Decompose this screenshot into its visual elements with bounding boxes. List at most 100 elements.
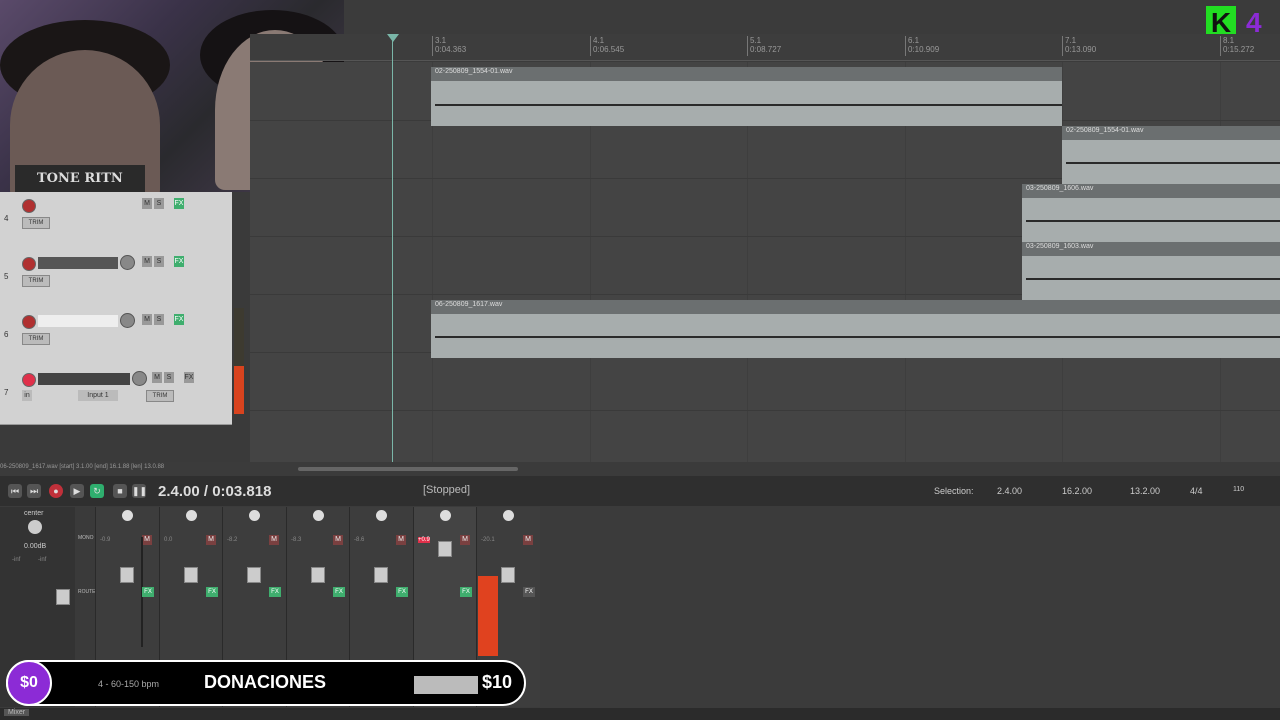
media-item[interactable]: 03-250809_1603.wav	[1022, 242, 1280, 300]
track-name-field[interactable]	[38, 373, 130, 385]
fx-button[interactable]: FX	[174, 198, 184, 209]
go-to-end-button[interactable]: ⏭	[27, 484, 41, 498]
track-control-panel: 4 M S FX TRIM 5 M S FX TRIM 6 M S FX TRI…	[0, 192, 250, 462]
transport-bar: ⏮ ⏭ ● ▶ ↻ ■ ❚❚ 2.4.00 / 0:03.818 [Stoppe…	[0, 476, 1280, 506]
volume-fader[interactable]	[501, 567, 515, 583]
master-fader[interactable]	[56, 589, 70, 605]
mono-button[interactable]: MONO	[78, 535, 94, 541]
media-item[interactable]: 02-250809_1554-01.wav	[431, 67, 1062, 126]
fx-button[interactable]: FX	[460, 587, 472, 597]
ruler-mark: 6.1 0:10.909	[905, 36, 939, 56]
fx-button[interactable]: FX	[269, 587, 281, 597]
track-name-field[interactable]	[38, 315, 118, 327]
fx-button[interactable]: FX	[206, 587, 218, 597]
selection-end[interactable]: 16.2.00	[1062, 486, 1092, 496]
play-state: [Stopped]	[423, 484, 471, 496]
track-header[interactable]: 5 M S FX TRIM	[0, 250, 232, 309]
volume-fader[interactable]	[311, 567, 325, 583]
donations-overlay: $0 4 - 60-150 bpm DONACIONES $10	[6, 660, 526, 706]
track-header[interactable]: 4 M S FX TRIM	[0, 192, 232, 251]
trim-button[interactable]: TRIM	[22, 333, 50, 345]
solo-button[interactable]: S	[154, 198, 164, 209]
fx-button[interactable]: FX	[523, 587, 535, 597]
trim-button[interactable]: TRIM	[22, 275, 50, 287]
arrange-view[interactable]: 02-250809_1554-01.wav 02-250809_1554-01.…	[250, 62, 1280, 462]
volume-fader[interactable]	[374, 567, 388, 583]
track-header[interactable]: 7 M S FX in Input 1 TRIM	[0, 366, 232, 425]
fx-button[interactable]: FX	[396, 587, 408, 597]
play-button[interactable]: ▶	[70, 484, 84, 498]
track-number: 6	[4, 330, 9, 339]
volume-knob[interactable]	[120, 313, 135, 328]
tempo[interactable]: 110	[1233, 486, 1244, 493]
pause-button[interactable]: ❚❚	[132, 484, 147, 498]
solo-button[interactable]: S	[154, 314, 164, 325]
trim-button[interactable]: TRIM	[146, 390, 174, 402]
media-item[interactable]: 02-250809_1554-01.wav	[1062, 126, 1280, 184]
volume-fader[interactable]	[184, 567, 198, 583]
stop-button[interactable]: ■	[113, 484, 127, 498]
donation-amount: $0	[6, 660, 52, 706]
timeline-ruler[interactable]: 3.1 0:04.363 4.1 0:06.545 5.1 0:08.727 6.1 0…	[250, 34, 1280, 61]
record-arm-button[interactable]	[22, 199, 36, 213]
item-name: 02-250809_1554-01.wav	[435, 68, 513, 75]
pan-knob[interactable]	[376, 510, 387, 521]
play-cursor	[392, 38, 393, 462]
item-info-status: 06-250809_1617.wav [start] 3.1.00 [end] …	[0, 464, 165, 470]
input-mode[interactable]: in	[22, 390, 32, 401]
play-cursor-marker[interactable]	[387, 34, 399, 42]
time-signature[interactable]: 4/4	[1190, 486, 1203, 496]
pan-knob[interactable]	[249, 510, 260, 521]
track-meter-active	[234, 366, 244, 414]
volume-fader[interactable]	[438, 541, 452, 557]
selection-start[interactable]: 2.4.00	[997, 486, 1022, 496]
record-arm-button[interactable]	[22, 315, 36, 329]
media-item[interactable]: 03-250809_1606.wav	[1022, 184, 1280, 242]
volume-knob[interactable]	[132, 371, 147, 386]
pan-knob[interactable]	[440, 510, 451, 521]
record-arm-button[interactable]	[22, 257, 36, 271]
media-item[interactable]: 06-250809_1617.wav	[431, 300, 1280, 358]
fx-button[interactable]: FX	[184, 372, 194, 383]
mute-button[interactable]: M	[142, 198, 152, 209]
fx-button[interactable]: FX	[174, 314, 184, 325]
master-peak-right: -inf	[38, 557, 47, 563]
ruler-mark: 8.1 0:15.272	[1220, 36, 1254, 56]
volume-knob[interactable]	[120, 255, 135, 270]
track-name-field[interactable]	[38, 257, 118, 269]
time-position[interactable]: 2.4.00 / 0:03.818	[158, 483, 271, 500]
route-button[interactable]: ROUTE	[78, 589, 96, 595]
ruler-mark: 3.1 0:04.363	[432, 36, 466, 56]
item-name: 03-250809_1603.wav	[1026, 243, 1094, 250]
item-name: 02-250809_1554-01.wav	[1066, 127, 1144, 134]
track-header[interactable]: 6 M S FX TRIM	[0, 308, 232, 367]
go-to-start-button[interactable]: ⏮	[8, 484, 22, 498]
repeat-button[interactable]: ↻	[90, 484, 104, 498]
mute-button[interactable]: M	[142, 314, 152, 325]
input-select[interactable]: Input 1	[78, 390, 118, 401]
record-arm-button[interactable]	[22, 373, 36, 387]
pan-knob[interactable]	[122, 510, 133, 521]
pan-knob[interactable]	[313, 510, 324, 521]
solo-button[interactable]: S	[164, 372, 174, 383]
horizontal-scrollbar[interactable]	[298, 467, 518, 471]
fx-button[interactable]: FX	[142, 587, 154, 597]
selection-length[interactable]: 13.2.00	[1130, 486, 1160, 496]
mixer-tab[interactable]: Mixer	[4, 709, 30, 716]
mute-button[interactable]: M	[152, 372, 162, 383]
solo-button[interactable]: S	[154, 256, 164, 267]
track-lane	[250, 352, 1280, 411]
volume-fader[interactable]	[120, 567, 134, 583]
volume-fader[interactable]	[247, 567, 261, 583]
fx-button[interactable]: FX	[174, 256, 184, 267]
ruler-mark: 7.1 0:13.090	[1062, 36, 1096, 56]
master-pan-knob[interactable]	[28, 520, 42, 534]
bottom-docker	[0, 708, 1280, 720]
fx-button[interactable]: FX	[333, 587, 345, 597]
pan-knob[interactable]	[503, 510, 514, 521]
mute-button[interactable]: M	[142, 256, 152, 267]
pan-knob[interactable]	[186, 510, 197, 521]
record-button[interactable]: ●	[49, 484, 63, 498]
item-name: 03-250809_1606.wav	[1026, 185, 1094, 192]
trim-button[interactable]: TRIM	[22, 217, 50, 229]
